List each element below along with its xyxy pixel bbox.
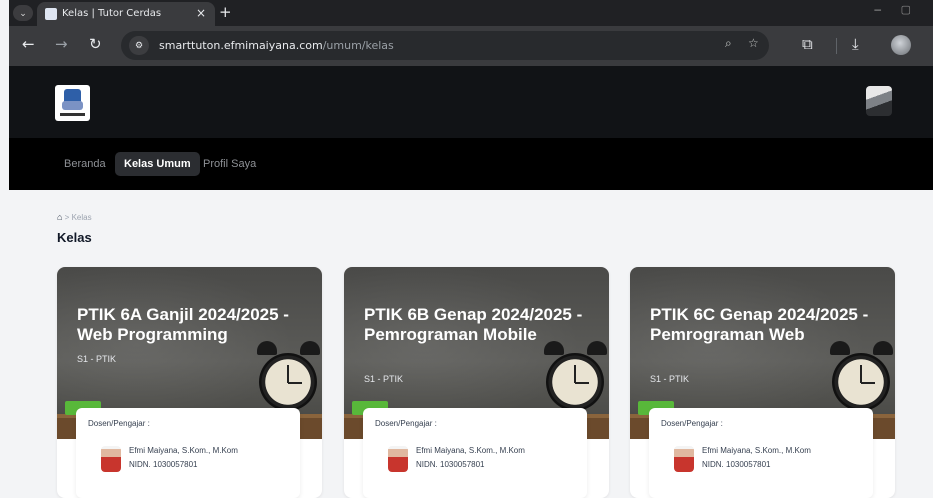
- main-nav: Beranda Kelas Umum Profil Saya: [9, 138, 933, 190]
- nav-item-beranda[interactable]: Beranda: [64, 158, 106, 170]
- zoom-icon[interactable]: ⌕: [725, 36, 732, 51]
- address-bar[interactable]: ⚙ smarttuton.efmimaiyana.com/umum/kelas …: [121, 31, 769, 60]
- screen: ⌄ Kelas | Tutor Cerdas × + – ▢ ← → ↻ ⚙ s…: [0, 0, 933, 498]
- main-content: ⌂ > Kelas Kelas PTIK 6A Ganjil 2024/2025…: [9, 190, 933, 498]
- clock-hand: [575, 382, 589, 384]
- browser-tab[interactable]: Kelas | Tutor Cerdas ×: [37, 2, 215, 26]
- teacher-name: Efmi Maiyana, S.Kom., M.Kom: [702, 446, 811, 455]
- toolbar-divider: [836, 38, 837, 54]
- nav-item-profil-saya[interactable]: Profil Saya: [203, 158, 256, 170]
- download-icon[interactable]: ⤓: [852, 35, 859, 53]
- teacher-info: Dosen/Pengajar : Efmi Maiyana, S.Kom., M…: [76, 408, 300, 498]
- new-tab-icon[interactable]: +: [219, 3, 232, 21]
- class-title[interactable]: PTIK 6B Genap 2024/2025 - Pemrograman Mo…: [364, 305, 599, 345]
- teacher-name: Efmi Maiyana, S.Kom., M.Kom: [416, 446, 525, 455]
- extensions-icon[interactable]: ⧉: [802, 35, 813, 53]
- teacher-avatar: [674, 446, 694, 472]
- nav-item-kelas-umum[interactable]: Kelas Umum: [115, 152, 200, 176]
- favicon-icon: [45, 8, 57, 20]
- url-host: smarttuton.efmimaiyana.com: [159, 39, 323, 52]
- minimize-icon[interactable]: –: [874, 2, 881, 16]
- clock-hand: [861, 382, 875, 384]
- breadcrumb: ⌂ > Kelas: [57, 212, 92, 222]
- maximize-icon[interactable]: ▢: [901, 3, 911, 16]
- class-card[interactable]: PTIK 6B Genap 2024/2025 - Pemrograman Mo…: [344, 267, 609, 498]
- teacher-avatar: [388, 446, 408, 472]
- class-card[interactable]: PTIK 6C Genap 2024/2025 - Pemrograman We…: [630, 267, 895, 498]
- breadcrumb-separator: >: [64, 213, 70, 222]
- site-settings-icon[interactable]: ⚙: [129, 36, 149, 55]
- teacher-name: Efmi Maiyana, S.Kom., M.Kom: [129, 446, 238, 455]
- clock-hand: [288, 382, 302, 384]
- chevron-down-icon[interactable]: ⌄: [13, 5, 33, 21]
- page-title: Kelas: [57, 230, 92, 245]
- class-card[interactable]: PTIK 6A Ganjil 2024/2025 - Web Programmi…: [57, 267, 322, 498]
- close-icon[interactable]: ×: [196, 6, 206, 20]
- teacher-info: Dosen/Pengajar : Efmi Maiyana, S.Kom., M…: [649, 408, 873, 498]
- forward-icon[interactable]: →: [55, 35, 68, 53]
- teacher-label: Dosen/Pengajar :: [88, 419, 150, 428]
- clock-hand: [574, 365, 576, 383]
- logo-underline: [60, 113, 85, 116]
- class-title[interactable]: PTIK 6C Genap 2024/2025 - Pemrograman We…: [650, 305, 885, 345]
- user-avatar[interactable]: [866, 86, 892, 116]
- tab-title: Kelas | Tutor Cerdas: [62, 8, 162, 19]
- breadcrumb-current: Kelas: [71, 213, 92, 222]
- site-header: [9, 66, 933, 138]
- reload-icon[interactable]: ↻: [89, 35, 102, 53]
- browser-chrome: ⌄ Kelas | Tutor Cerdas × + – ▢ ← → ↻ ⚙ s…: [9, 0, 933, 66]
- tab-strip: ⌄ Kelas | Tutor Cerdas × + – ▢: [9, 0, 933, 26]
- clock-hand: [287, 365, 289, 383]
- clock-hand: [860, 365, 862, 383]
- browser-profile-avatar[interactable]: [891, 35, 911, 55]
- teacher-nidn: NIDN. 1030057801: [129, 460, 198, 469]
- teacher-label: Dosen/Pengajar :: [375, 419, 437, 428]
- url-text[interactable]: smarttuton.efmimaiyana.com/umum/kelas: [159, 39, 394, 52]
- site-logo[interactable]: [55, 85, 90, 121]
- teacher-nidn: NIDN. 1030057801: [416, 460, 485, 469]
- back-icon[interactable]: ←: [22, 35, 35, 53]
- logo-mark-base: [62, 101, 83, 110]
- url-path: /umum/kelas: [322, 39, 394, 52]
- teacher-nidn: NIDN. 1030057801: [702, 460, 771, 469]
- class-title[interactable]: PTIK 6A Ganjil 2024/2025 - Web Programmi…: [77, 305, 312, 345]
- home-icon[interactable]: ⌂: [57, 212, 62, 222]
- bookmark-star-icon[interactable]: ☆: [748, 36, 759, 50]
- class-program: S1 - PTIK: [364, 374, 404, 384]
- browser-toolbar: ← → ↻ ⚙ smarttuton.efmimaiyana.com/umum/…: [9, 26, 933, 66]
- teacher-label: Dosen/Pengajar :: [661, 419, 723, 428]
- class-program: S1 - PTIK: [77, 354, 117, 364]
- teacher-avatar: [101, 446, 121, 472]
- teacher-info: Dosen/Pengajar : Efmi Maiyana, S.Kom., M…: [363, 408, 587, 498]
- class-program: S1 - PTIK: [650, 374, 690, 384]
